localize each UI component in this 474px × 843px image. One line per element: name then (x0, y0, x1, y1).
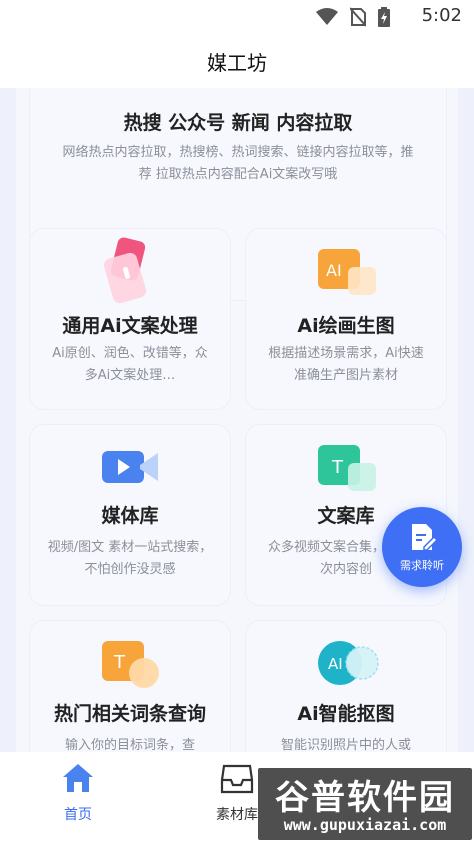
ai-cutout-icon: AI (318, 641, 382, 693)
card-title: 媒体库 (101, 505, 159, 527)
status-icons (316, 7, 390, 27)
ai-drawing-icon: AI (318, 249, 378, 301)
watermark: 谷普软件园 www.gupuxiazai.com (258, 768, 472, 840)
feature-list[interactable]: 热搜 公众号 新闻 内容拉取 网络热点内容拉取，热搜榜、热词搜索、链接内容拉取等… (0, 88, 474, 752)
card-title: 热搜 公众号 新闻 内容拉取 (123, 112, 353, 134)
card-description: 智能识别照片中的人或 (280, 738, 411, 752)
card-title: Ai绘画生图 (297, 315, 395, 337)
content-pull-icon (128, 88, 348, 96)
ai-cutout-icon-text: AI (328, 655, 343, 673)
hot-terms-icon: T (102, 641, 162, 695)
status-time: 5:02 (421, 5, 462, 26)
feature-card-ai-drawing[interactable]: AI Ai绘画生图 根据描述场景需求，Ai快速准确生产图片素材 (246, 229, 446, 409)
battery-charging-icon (378, 7, 390, 27)
home-icon (63, 764, 93, 792)
feature-card-hot-terms[interactable]: T 热门相关词条查询 输入你的目标词条，查 (30, 621, 230, 752)
nav-tab-label: 首页 (64, 807, 92, 823)
card-title: Ai智能抠图 (297, 703, 395, 725)
feature-card-ai-cutout[interactable]: AI Ai智能抠图 智能识别照片中的人或 (246, 621, 446, 752)
no-sim-icon (350, 7, 366, 27)
card-description: 视频/图文 素材一站式搜索，不怕创作没灵感 (47, 540, 213, 577)
copy-library-icon: T (318, 445, 378, 497)
requirement-listening-button[interactable]: 需求聆听 (382, 507, 462, 587)
status-bar: 5:02 (0, 0, 474, 34)
watermark-url: www.gupuxiazai.com (283, 816, 447, 834)
card-description: Ai原创、润色、改错等，众多Ai文案处理… (52, 346, 208, 383)
copywriting-icon (102, 237, 158, 311)
hot-terms-icon-text: T (113, 652, 126, 673)
card-description: 网络热点内容拉取，热搜榜、热词搜索、链接内容拉取等，推荐 拉取热点内容配合Ai文… (62, 145, 414, 182)
ai-drawing-icon-text: AI (326, 261, 342, 280)
card-title: 热门相关词条查询 (53, 703, 206, 725)
card-description: 输入你的目标词条，查 (64, 738, 195, 752)
wifi-icon (316, 8, 338, 25)
page-title: 媒工坊 (207, 50, 267, 75)
feature-card-ai-copywriting[interactable]: 通用Ai文案处理 Ai原创、润色、改错等，众多Ai文案处理… (30, 229, 230, 409)
copy-library-icon-text: T (331, 457, 344, 478)
inbox-icon (220, 764, 254, 794)
video-icon (102, 447, 160, 491)
nav-tab-home[interactable]: 首页 (33, 762, 123, 824)
fab-label: 需求聆听 (400, 559, 444, 572)
document-edit-icon (412, 524, 438, 551)
card-title: 通用Ai文案处理 (62, 315, 198, 337)
watermark-text: 谷普软件园 (275, 778, 455, 818)
card-description: 根据描述场景需求，Ai快速准确生产图片素材 (268, 346, 424, 383)
app-header: 媒工坊 (0, 34, 474, 88)
feature-card-media-library[interactable]: 媒体库 视频/图文 素材一站式搜索，不怕创作没灵感 (30, 425, 230, 605)
